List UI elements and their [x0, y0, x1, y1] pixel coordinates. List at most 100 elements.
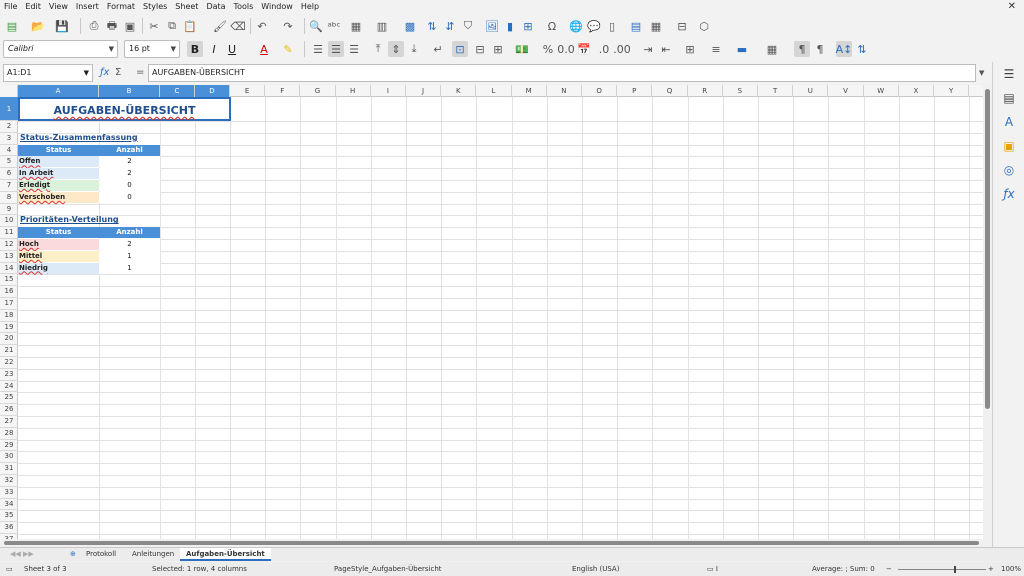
menu-tools[interactable]: Tools: [230, 0, 258, 14]
row-header-35[interactable]: 35: [0, 510, 18, 523]
row-header-13[interactable]: 13: [0, 251, 18, 263]
row-header-27[interactable]: 27: [0, 416, 18, 428]
row-header-7[interactable]: 7: [0, 180, 18, 192]
column-header-a[interactable]: A: [18, 85, 99, 97]
row-header-18[interactable]: 18: [0, 310, 18, 322]
redo-icon[interactable]: ↷: [280, 18, 296, 34]
menu-format[interactable]: Format: [103, 0, 139, 14]
row-header-23[interactable]: 23: [0, 369, 18, 381]
zoom-slider-handle[interactable]: [954, 566, 956, 573]
menu-styles[interactable]: Styles: [139, 0, 171, 14]
row-header-2[interactable]: 2: [0, 121, 18, 133]
tab-nav-icon[interactable]: ◀◀ ▶▶: [4, 548, 40, 561]
menu-insert[interactable]: Insert: [72, 0, 103, 14]
right-to-left-icon[interactable]: ¶: [812, 41, 828, 57]
decrease-indent-icon[interactable]: ⇤: [658, 41, 674, 57]
formula-icon[interactable]: =: [136, 64, 144, 82]
pivot-table-icon[interactable]: ⊞: [520, 18, 536, 34]
vertical-text-icon[interactable]: ⇅: [854, 41, 870, 57]
menu-file[interactable]: File: [0, 0, 21, 14]
highlight-icon[interactable]: ✎: [280, 41, 296, 57]
menu-view[interactable]: View: [45, 0, 72, 14]
row-header-31[interactable]: 31: [0, 463, 18, 475]
conditional-icon[interactable]: ▦: [764, 41, 780, 57]
select-all-corner[interactable]: [0, 85, 18, 97]
selection-mode-icon[interactable]: ▭ I: [707, 562, 718, 576]
menu-window[interactable]: Window: [257, 0, 297, 14]
row-header-25[interactable]: 25: [0, 392, 18, 405]
cut-icon[interactable]: ✂: [146, 18, 162, 34]
menu-help[interactable]: Help: [297, 0, 323, 14]
font-color-icon[interactable]: A: [256, 41, 272, 57]
column-header-l[interactable]: L: [476, 85, 512, 97]
row-header-11[interactable]: 11: [0, 227, 18, 239]
column-header-d[interactable]: D: [195, 85, 230, 97]
column-header-u[interactable]: U: [793, 85, 829, 97]
clone-formatting-icon[interactable]: 🖌: [212, 18, 228, 34]
column-header-f[interactable]: F: [265, 85, 301, 97]
column-header-r[interactable]: R: [688, 85, 723, 97]
merge-cells-icon[interactable]: ⊟: [472, 41, 488, 57]
italic-icon[interactable]: I: [206, 41, 222, 57]
spreadsheet-grid[interactable]: ABCDEFGHIJKLMNOPQRSTUVWXY 1 2 3 4 5 6 7 8 9 10 11 1…: [0, 85, 983, 539]
row-header-8[interactable]: 8: [0, 192, 18, 204]
delete-decimal-icon[interactable]: .00: [613, 41, 631, 57]
bold-icon[interactable]: B: [187, 41, 203, 57]
column-header-n[interactable]: N: [547, 85, 582, 97]
align-center-icon[interactable]: ☰: [328, 41, 344, 57]
column-header-m[interactable]: M: [512, 85, 547, 97]
add-decimal-icon[interactable]: .0: [596, 41, 612, 57]
row-header-14[interactable]: 14: [0, 263, 18, 275]
export-pdf-icon[interactable]: ⎙: [86, 18, 102, 34]
row-header-6[interactable]: 6: [0, 168, 18, 180]
undo-icon[interactable]: ↶: [254, 18, 270, 34]
image-icon[interactable]: 🖼: [484, 18, 500, 34]
column-header-g[interactable]: G: [300, 85, 336, 97]
page-style[interactable]: PageStyle_Aufgaben-Übersicht: [334, 562, 442, 576]
row-header-10[interactable]: 10: [0, 215, 18, 228]
clear-formatting-icon[interactable]: ⌫: [230, 18, 246, 34]
zoom-in-icon[interactable]: +: [988, 562, 994, 576]
row-header-34[interactable]: 34: [0, 499, 18, 511]
currency-icon[interactable]: 💵: [514, 41, 530, 57]
menu-data[interactable]: Data: [202, 0, 229, 14]
spelling-icon[interactable]: ᵃᵇᶜ: [326, 18, 342, 34]
underline-icon[interactable]: U: [224, 41, 240, 57]
align-top-icon[interactable]: ⤒: [370, 41, 386, 57]
open-icon[interactable]: 📂: [30, 18, 46, 34]
sort-descending-icon[interactable]: ⇵: [442, 18, 458, 34]
row-header-29[interactable]: 29: [0, 440, 18, 452]
row-header-20[interactable]: 20: [0, 333, 18, 346]
column-header-w[interactable]: W: [864, 85, 899, 97]
borders-icon[interactable]: ⊞: [682, 41, 698, 57]
number-icon[interactable]: 0.0: [557, 41, 575, 57]
new-document-icon[interactable]: ▤: [4, 18, 20, 34]
date-icon[interactable]: 📅: [576, 41, 592, 57]
print-preview-icon[interactable]: ▣: [122, 18, 138, 34]
language-status[interactable]: English (USA): [572, 562, 619, 576]
row-header-4[interactable]: 4: [0, 145, 18, 157]
column-header-q[interactable]: Q: [652, 85, 688, 97]
align-right-icon[interactable]: ☰: [346, 41, 362, 57]
sum-status[interactable]: Average: ; Sum: 0: [812, 562, 875, 576]
column-header-e[interactable]: E: [230, 85, 266, 97]
formula-input[interactable]: AUFGABEN-ÜBERSICHT: [148, 64, 976, 82]
row-header-21[interactable]: 21: [0, 345, 18, 357]
row-header-30[interactable]: 30: [0, 451, 18, 464]
menu-sheet[interactable]: Sheet: [171, 0, 202, 14]
autofilter-icon[interactable]: ⛉: [460, 18, 476, 34]
column-header-c[interactable]: C: [160, 85, 195, 97]
row-header-15[interactable]: 15: [0, 274, 18, 287]
percent-icon[interactable]: %: [540, 41, 556, 57]
row-header-3[interactable]: 3: [0, 133, 18, 145]
column-header-x[interactable]: X: [899, 85, 934, 97]
special-character-icon[interactable]: Ω: [544, 18, 560, 34]
comment-icon[interactable]: 💬: [586, 18, 602, 34]
sort-ascending-icon[interactable]: ⇅: [424, 18, 440, 34]
column-icon[interactable]: ▥: [374, 18, 390, 34]
column-header-b[interactable]: B: [99, 85, 160, 97]
hyperlink-icon[interactable]: 🌐: [568, 18, 584, 34]
column-header-i[interactable]: I: [371, 85, 406, 97]
column-header-k[interactable]: K: [441, 85, 477, 97]
row-header-5[interactable]: 5: [0, 156, 18, 169]
